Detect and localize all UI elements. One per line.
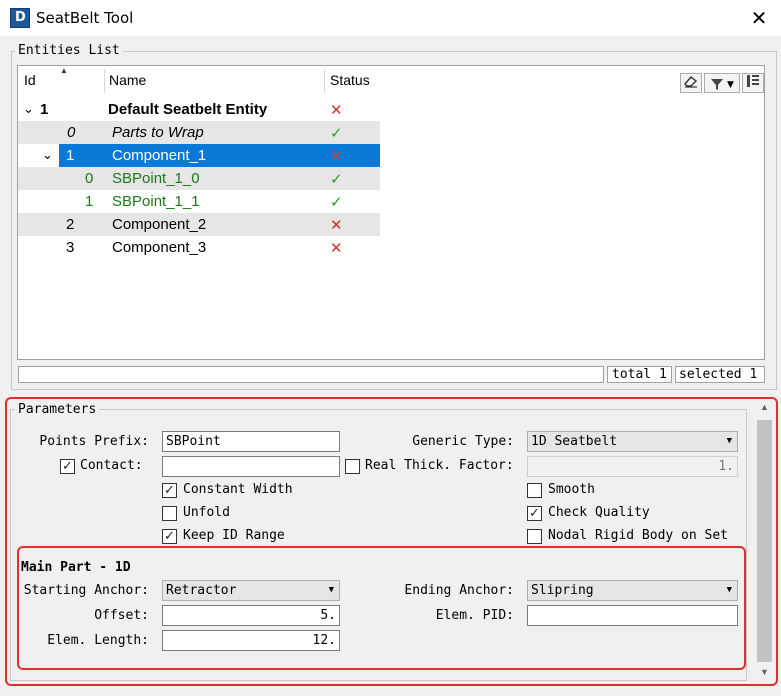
starting-anchor-value: Retractor bbox=[166, 583, 237, 598]
points-prefix-input[interactable]: SBPoint bbox=[162, 431, 340, 452]
keep-id-range-label: Keep ID Range bbox=[183, 528, 285, 543]
generic-type-value: 1D Seatbelt bbox=[531, 434, 618, 449]
row-id: 3 bbox=[66, 239, 75, 256]
tree-row-selected[interactable]: ⌄ 1 Component_1 ✕ bbox=[18, 144, 380, 167]
filter-dropdown-button[interactable]: ▼ bbox=[704, 73, 740, 93]
app-icon: D bbox=[10, 8, 30, 28]
eraser-icon[interactable] bbox=[680, 73, 702, 93]
real-thick-checkbox[interactable] bbox=[345, 459, 360, 474]
keep-id-range-checkbox[interactable]: ✓ bbox=[162, 529, 177, 544]
column-separator[interactable] bbox=[324, 69, 325, 93]
columns-icon[interactable] bbox=[742, 73, 764, 93]
chevron-down-icon: ▼ bbox=[726, 585, 732, 595]
row-id: 0 bbox=[85, 170, 94, 187]
scroll-down-icon[interactable]: ▼ bbox=[757, 667, 772, 677]
elem-length-label: Elem. Length: bbox=[47, 633, 149, 648]
column-id[interactable]: Id bbox=[24, 72, 36, 88]
smooth-label: Smooth bbox=[548, 482, 595, 497]
tree-row[interactable]: 1 SBPoint_1_1 ✓ bbox=[18, 190, 380, 213]
status-bar-message bbox=[18, 366, 604, 383]
tree-row[interactable]: 0 SBPoint_1_0 ✓ bbox=[18, 167, 380, 190]
row-name: Default Seatbelt Entity bbox=[108, 101, 268, 118]
ending-anchor-value: Slipring bbox=[531, 583, 594, 598]
column-status[interactable]: Status bbox=[330, 72, 370, 88]
entities-group-title: Entities List bbox=[15, 43, 123, 58]
tree-row[interactable]: 2 Component_2 ✕ bbox=[18, 213, 380, 236]
constant-width-label: Constant Width bbox=[183, 482, 293, 497]
row-name: SBPoint_1_0 bbox=[112, 170, 200, 187]
row-id: 2 bbox=[66, 216, 75, 233]
check-quality-checkbox[interactable]: ✓ bbox=[527, 506, 542, 521]
tree-row[interactable]: 0 Parts to Wrap ✓ bbox=[18, 121, 380, 144]
starting-anchor-select[interactable]: Retractor ▼ bbox=[162, 580, 340, 601]
main-part-title: Main Part - 1D bbox=[21, 560, 131, 575]
status-error-icon: ✕ bbox=[330, 102, 343, 119]
entities-list[interactable]: ▲ Id Name Status ▼ ⌄ 1 Default Seatbelt … bbox=[17, 65, 765, 360]
offset-input[interactable]: 5. bbox=[162, 605, 340, 626]
collapse-icon[interactable]: ⌄ bbox=[23, 101, 34, 117]
unfold-checkbox[interactable] bbox=[162, 506, 177, 521]
sort-up-icon: ▲ bbox=[60, 66, 68, 75]
smooth-checkbox[interactable] bbox=[527, 483, 542, 498]
row-name: SBPoint_1_1 bbox=[112, 193, 200, 210]
offset-label: Offset: bbox=[94, 608, 149, 623]
status-total: total 1 bbox=[607, 366, 672, 383]
column-name[interactable]: Name bbox=[109, 72, 146, 88]
nodal-rigid-checkbox[interactable] bbox=[527, 529, 542, 544]
column-separator[interactable] bbox=[104, 69, 105, 93]
row-name: Parts to Wrap bbox=[112, 124, 204, 141]
contact-input[interactable] bbox=[162, 456, 340, 477]
constant-width-checkbox[interactable]: ✓ bbox=[162, 483, 177, 498]
row-id: 1 bbox=[85, 193, 94, 210]
elem-pid-input[interactable] bbox=[527, 605, 738, 626]
status-error-icon: ✕ bbox=[330, 240, 343, 257]
real-thick-input: 1. bbox=[527, 456, 738, 477]
contact-label: Contact: bbox=[80, 458, 143, 473]
status-ok-icon: ✓ bbox=[330, 171, 343, 188]
row-id: 0 bbox=[67, 124, 76, 141]
contact-checkbox[interactable]: ✓ bbox=[60, 459, 75, 474]
real-thick-label: Real Thick. Factor: bbox=[365, 458, 514, 473]
chevron-down-icon: ▼ bbox=[727, 80, 734, 90]
generic-type-select[interactable]: 1D Seatbelt ▼ bbox=[527, 431, 738, 452]
row-name: Component_2 bbox=[112, 216, 207, 233]
status-error-icon: ✕ bbox=[330, 217, 343, 234]
nodal-rigid-label: Nodal Rigid Body on Set bbox=[548, 528, 729, 543]
parameters-group-title: Parameters bbox=[15, 402, 100, 417]
scrollbar-thumb[interactable] bbox=[757, 420, 772, 662]
elem-pid-label: Elem. PID: bbox=[435, 608, 514, 623]
ending-anchor-label: Ending Anchor: bbox=[404, 583, 514, 598]
filter-icon bbox=[711, 78, 724, 90]
collapse-icon[interactable]: ⌄ bbox=[42, 147, 53, 163]
row-id: 1 bbox=[66, 147, 75, 164]
row-name: Component_3 bbox=[112, 239, 207, 256]
row-name: Component_1 bbox=[112, 147, 207, 164]
status-error-icon: ✕ bbox=[330, 148, 343, 165]
scroll-up-icon[interactable]: ▲ bbox=[757, 402, 772, 412]
chevron-down-icon: ▼ bbox=[726, 436, 732, 446]
generic-type-label: Generic Type: bbox=[412, 434, 514, 449]
window-title: SeatBelt Tool bbox=[36, 9, 134, 27]
elem-length-input[interactable]: 12. bbox=[162, 630, 340, 651]
chevron-down-icon: ▼ bbox=[328, 585, 334, 595]
tree-row[interactable]: ⌄ 1 Default Seatbelt Entity ✕ bbox=[18, 98, 380, 121]
ending-anchor-select[interactable]: Slipring ▼ bbox=[527, 580, 738, 601]
starting-anchor-label: Starting Anchor: bbox=[23, 583, 149, 598]
close-icon[interactable]: ✕ bbox=[745, 5, 773, 31]
status-ok-icon: ✓ bbox=[330, 125, 343, 142]
status-ok-icon: ✓ bbox=[330, 194, 343, 211]
check-quality-label: Check Quality bbox=[548, 505, 650, 520]
row-id: 1 bbox=[40, 101, 49, 118]
points-prefix-label: Points Prefix: bbox=[39, 434, 149, 449]
unfold-label: Unfold bbox=[183, 505, 230, 520]
tree-row[interactable]: 3 Component_3 ✕ bbox=[18, 236, 380, 259]
status-selected: selected 1 bbox=[675, 366, 765, 383]
